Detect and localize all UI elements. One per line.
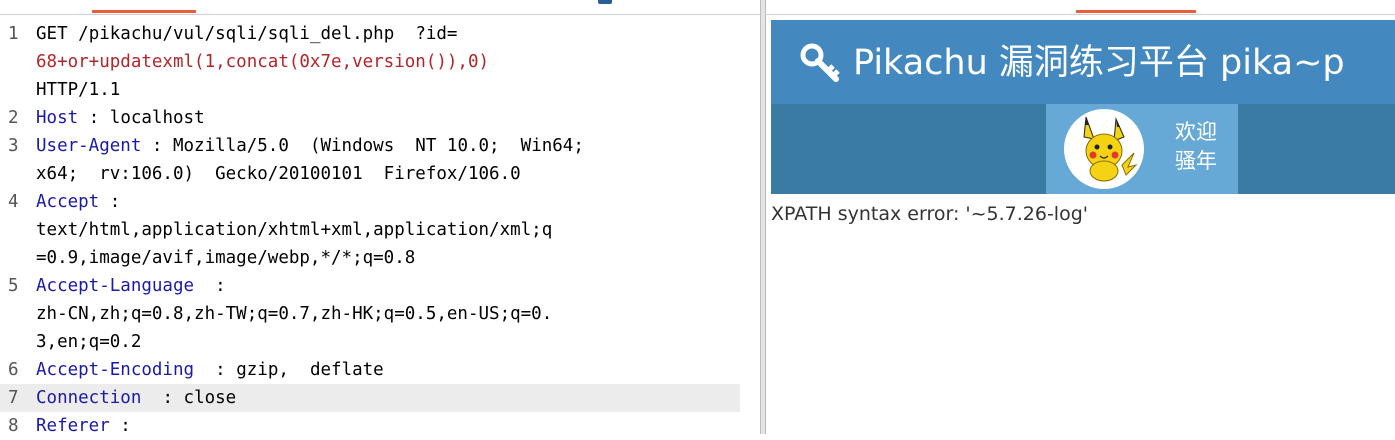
request-tab-active-underline (92, 10, 196, 13)
tab-divider (0, 14, 760, 15)
header-value-cont: 3,en;q=0.2 (0, 328, 740, 356)
header-user-agent: 3 User-Agent : Mozilla/5.0 (Windows NT 10… (0, 132, 740, 160)
header-key: Accept (36, 192, 100, 212)
request-line-cont: 68+or+updatexml(1,concat(0x7e,version())… (0, 48, 740, 76)
raw-request-text[interactable]: 1 GET /pikachu/vul/sqli/sqli_del.php ?id=… (0, 20, 740, 440)
header-value: Mozilla/5.0 (Windows NT 10.0; Win64; (172, 136, 584, 156)
header-value-cont: text/html,application/xhtml+xml,applicat… (0, 216, 740, 244)
line-number: 4 (8, 192, 19, 212)
header-sep: : (99, 192, 121, 212)
line-number: 6 (8, 360, 19, 380)
header-value: localhost (109, 108, 205, 128)
header-key: Connection (36, 388, 142, 408)
header-key: User-Agent (36, 136, 142, 156)
line-number: 3 (8, 136, 19, 156)
line-number: 5 (8, 276, 19, 296)
header-sep: : (204, 360, 226, 380)
tab-divider (766, 14, 1395, 15)
header-value-cont: x64; rv:106.0) Gecko/20100101 Firefox/10… (0, 160, 740, 188)
header-accept-encoding: 6 Accept-Encoding : gzip, deflate (0, 356, 740, 384)
pikachu-avatar-icon (1083, 116, 1138, 182)
header-value-cont: zh-CN,zh;q=0.8,zh-TW;q=0.7,zh-HK;q=0.5,e… (0, 300, 740, 328)
query-key: ?id (415, 24, 447, 44)
header-key: Accept-Language (36, 276, 195, 296)
header-connection: 7 Connection : close (0, 384, 740, 412)
header-key: Referer (36, 416, 110, 436)
header-host: 2 Host : localhost (0, 104, 740, 132)
injection-payload: 68+or+updatexml(1,concat(0x7e,version())… (36, 52, 490, 72)
avatar (1064, 109, 1144, 189)
request-editor-pane: 1 GET /pikachu/vul/sqli/sqli_del.php ?id=… (0, 0, 760, 436)
response-tab-bar (766, 0, 1395, 14)
line-number: 7 (8, 388, 19, 408)
header-key: Accept-Encoding (36, 360, 195, 380)
header-value: 3,en;q=0.2 (36, 332, 142, 352)
header-accept-language: 5 Accept-Language : (0, 272, 740, 300)
request-line: 1 GET /pikachu/vul/sqli/sqli_del.php ?id= (0, 20, 740, 48)
line-number: 8 (8, 416, 19, 436)
request-line-cont: HTTP/1.1 (0, 76, 740, 104)
header-value: close (183, 388, 237, 408)
user-box[interactable]: 欢迎 骚年 (1046, 104, 1238, 194)
http-version: HTTP/1.1 (36, 80, 121, 100)
http-method: GET (36, 24, 68, 44)
greeting: 欢迎 骚年 (1166, 118, 1226, 176)
header-value-cont: =0.9,image/avif,image/webp,*/*;q=0.8 (0, 244, 740, 272)
site-nav-bar: 欢迎 骚年 (771, 104, 1395, 194)
header-value: gzip, deflate (236, 360, 384, 380)
header-sep: : (151, 388, 173, 408)
header-sep: : (78, 108, 100, 128)
header-sep: : (109, 416, 131, 436)
rendered-page: Pikachu 漏洞练习平台 pika~p 欢迎 骚年 XPATH syntax… (771, 20, 1395, 434)
site-title[interactable]: Pikachu 漏洞练习平台 pika~p (799, 42, 1345, 84)
request-path: /pikachu/vul/sqli/sqli_del.php (78, 24, 395, 44)
header-value: =0.9,image/avif,image/webp,*/*;q=0.8 (36, 248, 416, 268)
site-header: Pikachu 漏洞练习平台 pika~p (771, 20, 1395, 104)
header-sep: : (204, 276, 226, 296)
header-sep: : (141, 136, 163, 156)
render-tab-active-underline (1076, 10, 1196, 13)
header-value: zh-CN,zh;q=0.8,zh-TW;q=0.7,zh-HK;q=0.5,e… (36, 304, 553, 324)
toolbar-icon[interactable] (598, 0, 612, 4)
greeting-line-2: 骚年 (1175, 149, 1217, 173)
sql-error-message: XPATH syntax error: '~5.7.26-log' (771, 203, 1088, 225)
header-key: Host (36, 108, 79, 128)
greeting-line-1: 欢迎 (1175, 120, 1217, 144)
request-tab-bar (0, 0, 760, 14)
header-accept: 4 Accept : (0, 188, 740, 216)
query-eq: = (446, 24, 458, 44)
header-value: text/html,application/xhtml+xml,applicat… (36, 220, 553, 240)
header-value: x64; rv:106.0) Gecko/20100101 Firefox/10… (36, 164, 521, 184)
line-number: 2 (8, 108, 19, 128)
line-number: 1 (8, 24, 19, 44)
response-render-pane: Pikachu 漏洞练习平台 pika~p 欢迎 骚年 XPATH syntax… (766, 0, 1395, 434)
header-referer: 8 Referer : (0, 412, 740, 440)
